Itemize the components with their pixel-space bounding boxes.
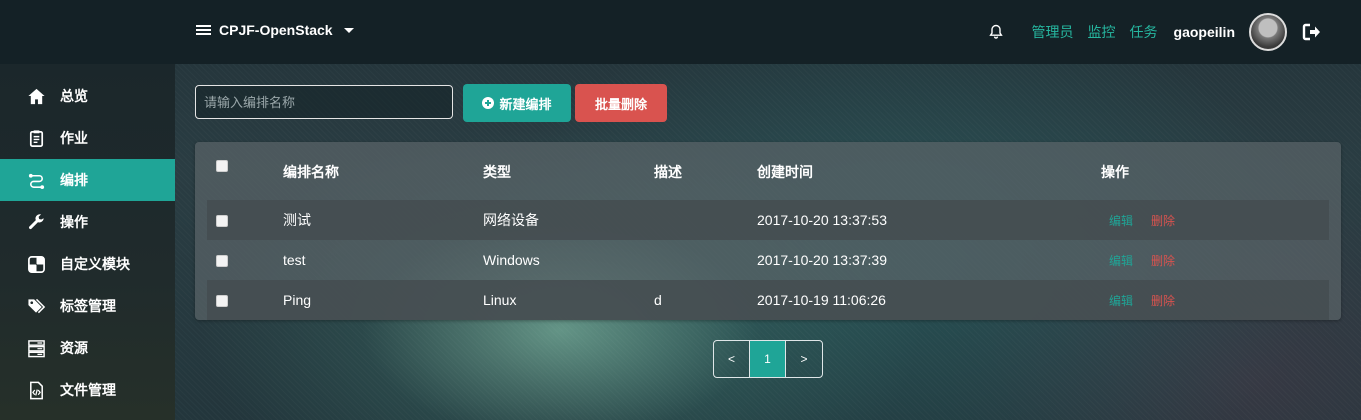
top-right-bar: 管理员 监控 任务 gaopeilin — [988, 12, 1321, 52]
row-checkbox-cell — [216, 240, 228, 280]
row-name: Ping — [283, 292, 312, 308]
row-time: 2017-10-20 13:37:53 — [757, 212, 887, 228]
table-header: 编排名称 类型 描述 创建时间 操作 — [207, 152, 1329, 192]
row-type: Linux — [483, 292, 517, 308]
row-type: 网络设备 — [483, 212, 539, 228]
row-checkbox[interactable] — [216, 295, 228, 308]
pagination: < 1 > — [713, 340, 823, 378]
select-all-checkbox[interactable] — [216, 160, 228, 173]
sidebar-item-resources[interactable]: 资源 — [0, 327, 175, 369]
code-file-icon — [26, 380, 46, 400]
delete-link[interactable]: 删除 — [1151, 294, 1175, 308]
plus-circle-icon — [482, 97, 495, 109]
prev-page-button[interactable]: < — [714, 341, 750, 377]
logout-icon[interactable] — [1301, 22, 1321, 42]
row-time: 2017-10-19 11:06:26 — [757, 292, 886, 308]
column-header-actions: 操作 — [1101, 164, 1129, 180]
admin-link[interactable]: 管理员 — [1032, 22, 1074, 42]
row-time: 2017-10-20 13:37:39 — [757, 252, 887, 268]
sidebar: 总览 作业 编排 操作 自定义模块 标签管理 资源 文件管理 — [0, 64, 175, 420]
list-icon — [196, 24, 211, 36]
new-orchestration-button[interactable]: 新建编排 — [463, 84, 571, 122]
username[interactable]: gaopeilin — [1174, 24, 1235, 40]
sidebar-item-orchestration[interactable]: 编排 — [0, 159, 175, 201]
sidebar-item-jobs[interactable]: 作业 — [0, 117, 175, 159]
tags-icon — [26, 296, 46, 316]
project-selector[interactable]: CPJF-OpenStack — [196, 22, 354, 38]
batch-delete-button[interactable]: 批量删除 — [575, 84, 667, 122]
project-name: CPJF-OpenStack — [219, 22, 333, 38]
flow-icon — [26, 170, 46, 190]
new-orchestration-label: 新建编排 — [499, 96, 552, 112]
edit-link[interactable]: 编辑 — [1109, 214, 1133, 228]
edit-link[interactable]: 编辑 — [1109, 254, 1133, 268]
select-all-cell — [216, 152, 228, 192]
sidebar-item-custom-modules[interactable]: 自定义模块 — [0, 243, 175, 285]
row-actions: 编辑 删除 — [1101, 240, 1175, 280]
delete-link[interactable]: 删除 — [1151, 254, 1175, 268]
column-header-name[interactable]: 编排名称 — [283, 152, 339, 192]
sidebar-item-operations[interactable]: 操作 — [0, 201, 175, 243]
table-row: Ping Linux d 2017-10-19 11:06:26 编辑 删除 — [207, 280, 1329, 320]
row-name: test — [283, 252, 306, 268]
sidebar-item-label: 编排 — [60, 172, 88, 188]
tasks-link[interactable]: 任务 — [1130, 22, 1158, 42]
wrench-icon — [26, 212, 46, 232]
search-input[interactable] — [195, 85, 453, 119]
sidebar-item-label: 自定义模块 — [60, 256, 130, 272]
sidebar-item-label: 文件管理 — [60, 382, 116, 398]
sidebar-item-overview[interactable]: 总览 — [0, 75, 175, 117]
row-actions: 编辑 删除 — [1101, 200, 1175, 240]
puzzle-icon — [26, 254, 46, 274]
page-button-current[interactable]: 1 — [750, 341, 786, 377]
monitor-link[interactable]: 监控 — [1088, 22, 1116, 42]
clipboard-icon — [26, 128, 46, 148]
row-checkbox-cell — [216, 280, 228, 320]
row-checkbox-cell — [216, 200, 228, 240]
row-checkbox[interactable] — [216, 255, 228, 268]
server-icon — [26, 338, 46, 358]
avatar[interactable] — [1249, 13, 1287, 51]
top-navbar: CPJF-OpenStack 管理员 监控 任务 gaopeilin — [0, 0, 1361, 64]
delete-link[interactable]: 删除 — [1151, 214, 1175, 228]
next-page-button[interactable]: > — [786, 341, 822, 377]
table-row: test Windows 2017-10-20 13:37:39 编辑 删除 — [207, 240, 1329, 280]
sidebar-item-label: 作业 — [60, 130, 88, 146]
row-checkbox[interactable] — [216, 215, 228, 228]
row-actions: 编辑 删除 — [1101, 280, 1175, 320]
column-header-time[interactable]: 创建时间 — [757, 152, 813, 192]
sidebar-item-label: 资源 — [60, 340, 88, 356]
sidebar-item-label: 操作 — [60, 214, 88, 230]
sidebar-item-label: 总览 — [60, 88, 88, 104]
sidebar-item-files[interactable]: 文件管理 — [0, 369, 175, 411]
bell-icon[interactable] — [988, 24, 1004, 40]
edit-link[interactable]: 编辑 — [1109, 294, 1133, 308]
home-icon — [26, 86, 46, 106]
row-type: Windows — [483, 252, 540, 268]
sidebar-item-tags[interactable]: 标签管理 — [0, 285, 175, 327]
column-header-type[interactable]: 类型 — [483, 152, 511, 192]
row-desc: d — [654, 292, 662, 308]
row-name: 测试 — [283, 212, 311, 228]
column-header-desc[interactable]: 描述 — [654, 152, 682, 192]
orchestration-table: 编排名称 类型 描述 创建时间 操作 测试 网络设备 2017-10-20 13… — [195, 142, 1341, 320]
sidebar-item-label: 标签管理 — [60, 298, 116, 314]
table-row: 测试 网络设备 2017-10-20 13:37:53 编辑 删除 — [207, 200, 1329, 240]
caret-down-icon — [343, 27, 354, 33]
